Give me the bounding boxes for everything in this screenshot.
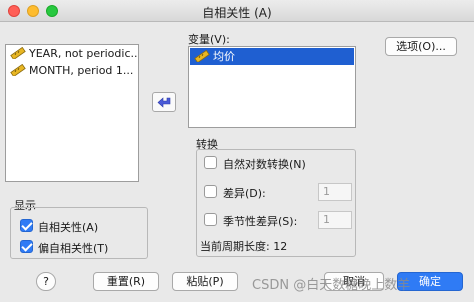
difference-checkbox[interactable]: [204, 185, 217, 198]
difference-label: 差异(D):: [223, 187, 266, 200]
list-item-label: 均价: [213, 50, 235, 63]
title-bar: 自相关性 (A): [0, 0, 474, 22]
list-item[interactable]: YEAR, not periodic...: [6, 45, 138, 62]
options-button[interactable]: 选项(O)...: [385, 37, 457, 56]
ruler-scale-icon: [10, 63, 26, 78]
seasonal-difference-label: 季节性差异(S):: [223, 215, 298, 228]
seasonal-difference-checkbox[interactable]: [204, 213, 217, 226]
list-item[interactable]: MONTH, period 1...: [6, 62, 138, 79]
natural-log-label: 自然对数转换(N): [223, 158, 306, 171]
help-button[interactable]: ?: [36, 272, 56, 291]
paste-button[interactable]: 粘贴(P): [172, 272, 238, 291]
list-item-label: MONTH, period 1...: [29, 64, 134, 77]
autocorrelation-checkbox[interactable]: [20, 219, 33, 232]
source-variable-list[interactable]: YEAR, not periodic... MONTH, period 1...: [5, 44, 139, 182]
reset-button[interactable]: 重置(R): [93, 272, 159, 291]
list-item[interactable]: 均价: [190, 48, 354, 65]
list-item-label: YEAR, not periodic...: [29, 47, 138, 60]
seasonal-difference-field[interactable]: 1: [318, 211, 352, 229]
variables-label: 变量(V):: [188, 33, 230, 46]
window-title: 自相关性 (A): [202, 6, 272, 20]
ruler-scale-icon: [194, 49, 210, 64]
partial-autocorrelation-checkbox[interactable]: [20, 240, 33, 253]
difference-field[interactable]: 1: [318, 183, 352, 201]
partial-autocorrelation-label: 偏自相关性(T): [38, 242, 109, 255]
current-period-length: 当前周期长度: 12: [200, 240, 288, 253]
move-variable-button[interactable]: [152, 92, 176, 112]
variables-list[interactable]: 均价: [188, 46, 356, 128]
natural-log-checkbox[interactable]: [204, 156, 217, 169]
watermark-text: CSDN @白天数糖晚上数羊: [252, 278, 411, 293]
autocorrelation-label: 自相关性(A): [38, 221, 99, 234]
arrow-left-icon: [157, 97, 171, 108]
ruler-scale-icon: [10, 46, 26, 61]
